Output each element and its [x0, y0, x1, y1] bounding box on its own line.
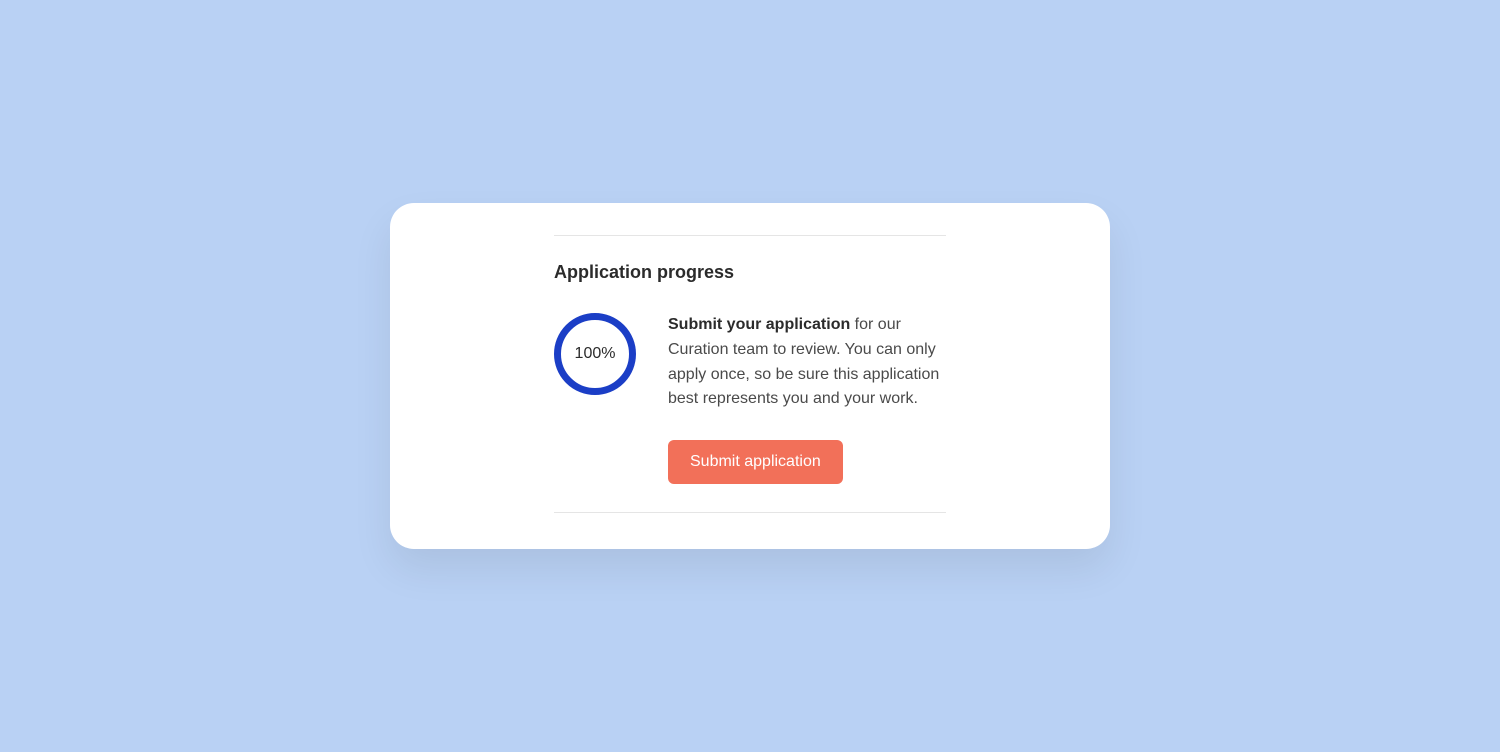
application-progress-card: Application progress 100% Submit your ap… — [390, 203, 1110, 549]
submit-application-button[interactable]: Submit application — [668, 440, 843, 484]
card-content: Application progress 100% Submit your ap… — [554, 235, 946, 513]
progress-percent-label: 100% — [575, 345, 616, 363]
progress-description-bold: Submit your application — [668, 316, 850, 333]
divider-top — [554, 235, 946, 236]
progress-row: 100% Submit your application for our Cur… — [554, 313, 946, 412]
progress-description: Submit your application for our Curation… — [668, 313, 946, 412]
section-title: Application progress — [554, 262, 946, 283]
progress-circle-icon: 100% — [554, 313, 636, 395]
button-row: Submit application — [554, 440, 946, 484]
divider-bottom — [554, 512, 946, 513]
